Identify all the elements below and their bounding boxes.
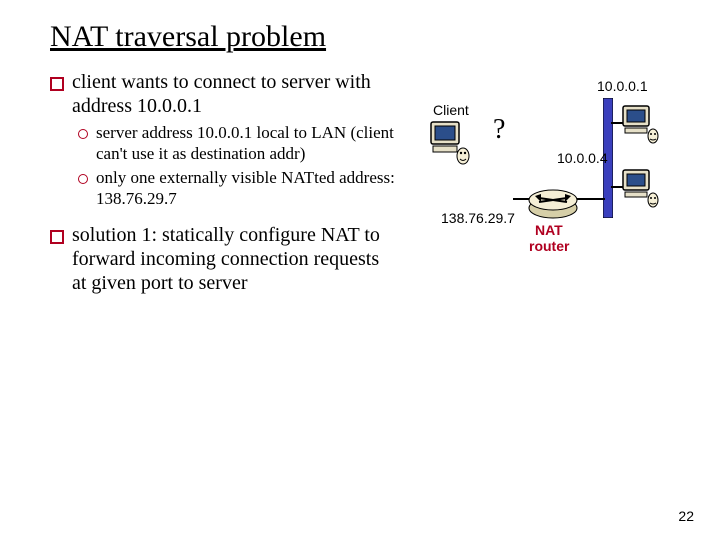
slide-body: client wants to connect to server with a… <box>50 70 680 300</box>
router-icon <box>525 182 581 222</box>
sub-bullet-2: only one externally visible NATted addre… <box>78 167 395 210</box>
computer-icon <box>427 120 471 166</box>
router-label: router <box>529 238 569 254</box>
server-ip-label: 10.0.0.1 <box>597 78 648 94</box>
square-bullet-icon <box>50 230 64 244</box>
bullet-intro-text: client wants to connect to server with a… <box>72 70 395 118</box>
text-column: client wants to connect to server with a… <box>50 70 395 299</box>
page-number: 22 <box>678 508 694 524</box>
sub-bullet-list: server address 10.0.0.1 local to LAN (cl… <box>78 122 395 209</box>
sub-bullet-2-text: only one externally visible NATted addre… <box>96 167 395 210</box>
nat-label: NAT <box>535 222 563 238</box>
client-label: Client <box>433 102 469 118</box>
computer-icon <box>621 168 661 210</box>
public-ip-label: 138.76.29.7 <box>441 210 515 226</box>
sub-bullet-1-text: server address 10.0.0.1 local to LAN (cl… <box>96 122 395 165</box>
lan-host-ip-label: 10.0.0.4 <box>557 150 608 166</box>
slide-title: NAT traversal problem <box>50 20 680 54</box>
sub-bullet-1: server address 10.0.0.1 local to LAN (cl… <box>78 122 395 165</box>
link-line <box>611 186 623 188</box>
network-diagram: Client ? 138.76.29.7 <box>407 70 680 300</box>
bullet-intro: client wants to connect to server with a… <box>50 70 395 118</box>
link-line <box>577 198 605 200</box>
square-bullet-icon <box>50 77 64 91</box>
bullet-solution: solution 1: statically configure NAT to … <box>50 223 395 295</box>
question-mark: ? <box>493 114 505 146</box>
link-line <box>611 122 623 124</box>
bullet-solution-text: solution 1: statically configure NAT to … <box>72 223 395 295</box>
link-line <box>513 198 529 200</box>
circle-bullet-icon <box>78 129 88 139</box>
computer-icon <box>621 104 661 146</box>
slide: NAT traversal problem client wants to co… <box>0 0 720 540</box>
circle-bullet-icon <box>78 174 88 184</box>
